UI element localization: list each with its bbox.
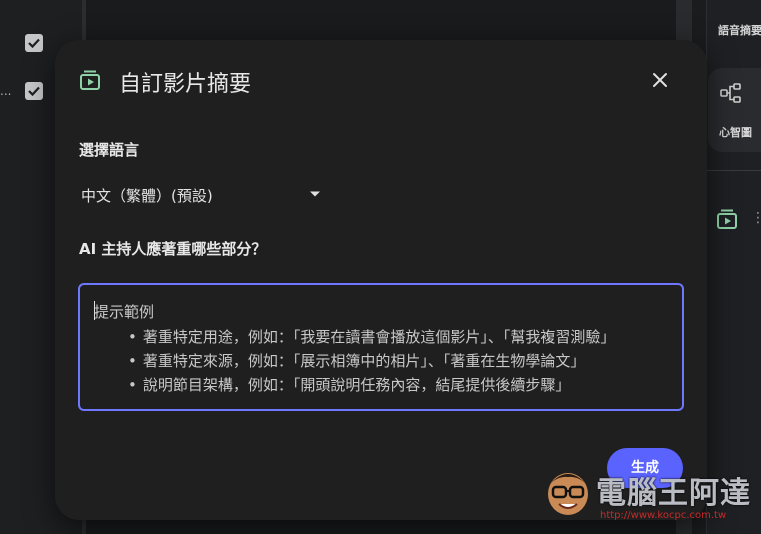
watermark-url: http://www.kocpc.com.tw bbox=[600, 510, 727, 521]
prompt-textarea[interactable]: 提示範例 著重特定用途，例如：「我要在讀書會播放這個影片」、「幫我複習測驗」 著… bbox=[78, 283, 684, 411]
close-icon bbox=[653, 73, 667, 87]
check-icon bbox=[28, 86, 40, 97]
language-label: 選擇語言 bbox=[79, 141, 140, 159]
close-button[interactable] bbox=[647, 67, 673, 93]
language-select[interactable]: 中文（繁體）(預設) bbox=[79, 182, 329, 208]
dropdown-arrow-icon bbox=[310, 191, 320, 197]
mascot-logo bbox=[548, 473, 588, 515]
video-overview-icon[interactable] bbox=[716, 208, 738, 230]
language-value: 中文（繁體）(預設) bbox=[81, 187, 213, 205]
placeholder-title: 提示範例 bbox=[94, 303, 155, 321]
placeholder-example: 著重特定用途，例如：「我要在讀書會播放這個影片」、「幫我複習測驗」 bbox=[128, 325, 616, 349]
watermark: 電腦王阿達 http://www.kocpc.com.tw bbox=[540, 462, 761, 534]
more-options-icon[interactable]: ⋮ bbox=[751, 210, 761, 226]
mind-map-label: 心智圖 bbox=[719, 126, 752, 139]
source-checkbox[interactable] bbox=[25, 82, 43, 100]
check-icon bbox=[28, 38, 40, 49]
source-row-overflow: ... bbox=[0, 84, 12, 98]
watermark-brand: 電腦王阿達 bbox=[596, 476, 751, 511]
custom-video-summary-dialog: 自訂影片摘要 選擇語言 中文（繁體）(預設) AI 主持人應著重哪些部分？ 提示… bbox=[55, 40, 707, 520]
video-summary-icon bbox=[80, 70, 100, 90]
dialog-title: 自訂影片摘要 bbox=[119, 72, 252, 97]
audio-summary-label[interactable]: 語音摘要 bbox=[718, 22, 761, 38]
panel-divider bbox=[706, 170, 761, 171]
mind-map-icon bbox=[720, 83, 741, 103]
source-checkbox[interactable] bbox=[25, 34, 43, 52]
focus-label: AI 主持人應著重哪些部分？ bbox=[79, 240, 267, 258]
mind-map-card[interactable]: 心智圖 bbox=[708, 68, 761, 152]
placeholder-example: 說明節目架構，例如：「開頭說明任務內容，結尾提供後續步驟」 bbox=[128, 373, 615, 397]
placeholder-example: 著重特定來源，例如：「展示相簿中的相片」、「著重在生物學論文」 bbox=[128, 349, 615, 373]
placeholder-examples: 著重特定用途，例如：「我要在讀書會播放這個影片」、「幫我複習測驗」 著重特定來源… bbox=[128, 325, 616, 397]
